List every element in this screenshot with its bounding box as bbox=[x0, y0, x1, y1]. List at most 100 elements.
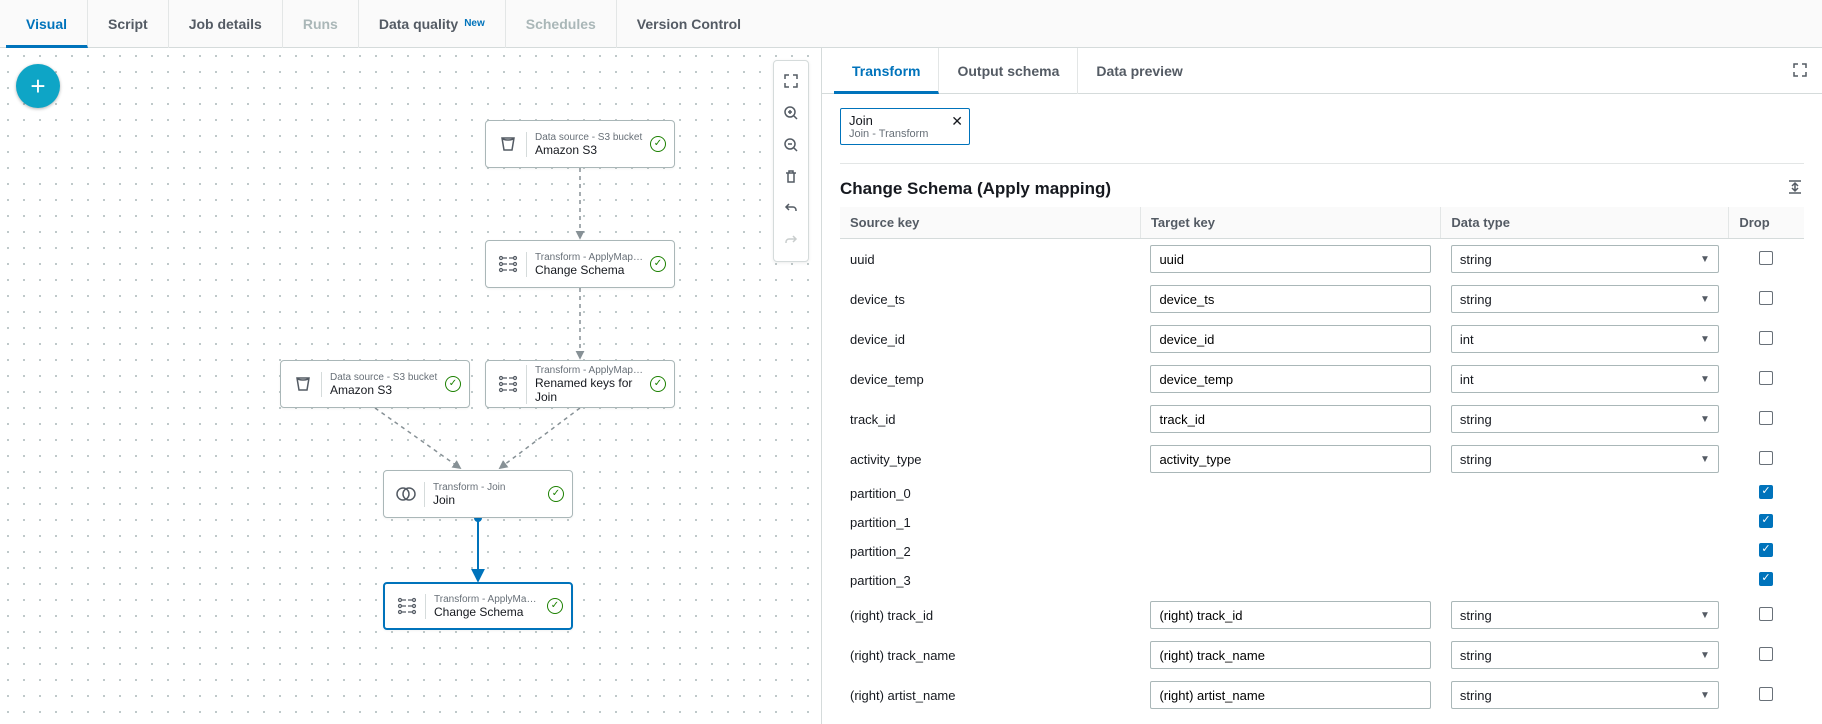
data-type-cell bbox=[1441, 566, 1729, 595]
panel-tab-bar: Transform Output schema Data preview bbox=[822, 48, 1822, 94]
node-join[interactable]: Transform - Join Join bbox=[383, 470, 573, 518]
source-key-cell: device_id bbox=[840, 319, 1140, 359]
zoom-in-icon bbox=[783, 105, 799, 121]
target-key-input[interactable] bbox=[1150, 245, 1430, 273]
node-renamed-keys[interactable]: Transform - ApplyMappi... Renamed keys f… bbox=[485, 360, 675, 408]
drop-checkbox[interactable] bbox=[1759, 291, 1773, 305]
tab-data-quality[interactable]: Data quality New bbox=[359, 0, 506, 48]
table-row: track_id string bbox=[840, 399, 1804, 439]
data-type-cell: string bbox=[1441, 279, 1729, 319]
status-ok-icon bbox=[650, 136, 666, 152]
status-ok-icon bbox=[445, 376, 461, 392]
drop-checkbox[interactable] bbox=[1759, 411, 1773, 425]
status-ok-icon bbox=[650, 376, 666, 392]
data-type-cell bbox=[1441, 537, 1729, 566]
delete-button[interactable] bbox=[774, 161, 808, 193]
top-tab-bar: Visual Script Job details Runs Data qual… bbox=[0, 0, 1822, 48]
node-s3-top[interactable]: Data source - S3 bucket Amazon S3 bbox=[485, 120, 675, 168]
schema-icon bbox=[494, 370, 522, 398]
drop-checkbox[interactable] bbox=[1759, 572, 1773, 586]
table-row: device_ts string bbox=[840, 279, 1804, 319]
data-type-select[interactable]: string bbox=[1451, 245, 1719, 273]
data-type-select[interactable]: string bbox=[1451, 405, 1719, 433]
redo-icon bbox=[783, 233, 799, 249]
node-change-schema-2[interactable]: Transform - ApplyMappi... Change Schema bbox=[383, 582, 573, 630]
fit-view-button[interactable] bbox=[774, 65, 808, 97]
panel-tab-output-schema[interactable]: Output schema bbox=[939, 48, 1078, 94]
target-key-input[interactable] bbox=[1150, 601, 1430, 629]
expand-panel-button[interactable] bbox=[1788, 58, 1812, 82]
tab-version-control[interactable]: Version Control bbox=[617, 0, 761, 48]
drop-checkbox[interactable] bbox=[1759, 607, 1773, 621]
zoom-toolbar bbox=[773, 60, 809, 262]
data-type-select[interactable]: string bbox=[1451, 445, 1719, 473]
node-type-label: Transform - Join bbox=[433, 482, 542, 493]
parent-node-chip[interactable]: Join Join - Transform ✕ bbox=[840, 108, 970, 145]
data-type-select[interactable]: string bbox=[1451, 601, 1719, 629]
zoom-out-button[interactable] bbox=[774, 129, 808, 161]
data-type-select[interactable]: int bbox=[1451, 325, 1719, 353]
drop-cell bbox=[1729, 595, 1804, 635]
drop-cell bbox=[1729, 479, 1804, 508]
table-row: device_tempint bbox=[840, 359, 1804, 399]
node-name-label: Amazon S3 bbox=[330, 383, 439, 397]
target-key-input[interactable] bbox=[1150, 365, 1430, 393]
chip-close-button[interactable]: ✕ bbox=[951, 113, 963, 130]
data-type-select[interactable]: string bbox=[1451, 641, 1719, 669]
target-key-input[interactable] bbox=[1150, 681, 1430, 709]
zoom-in-button[interactable] bbox=[774, 97, 808, 129]
drop-checkbox[interactable] bbox=[1759, 451, 1773, 465]
data-type-select[interactable]: string bbox=[1451, 285, 1719, 313]
drop-checkbox[interactable] bbox=[1759, 331, 1773, 345]
table-row: (right) track_idstring bbox=[840, 595, 1804, 635]
source-key-cell: partition_3 bbox=[840, 566, 1140, 595]
collapse-icon bbox=[1786, 178, 1804, 196]
badge-new: New bbox=[464, 18, 485, 29]
target-key-input[interactable] bbox=[1150, 405, 1430, 433]
target-key-input[interactable] bbox=[1150, 641, 1430, 669]
drop-cell bbox=[1729, 439, 1804, 479]
source-key-cell: device_ts bbox=[840, 279, 1140, 319]
node-name-label: Renamed keys for Join bbox=[535, 376, 644, 404]
target-key-cell bbox=[1140, 359, 1440, 399]
node-s3-left[interactable]: Data source - S3 bucket Amazon S3 bbox=[280, 360, 470, 408]
data-type-value: int bbox=[1460, 372, 1474, 387]
tab-job-details[interactable]: Job details bbox=[169, 0, 283, 48]
panel-tab-transform[interactable]: Transform bbox=[834, 48, 939, 94]
drop-cell bbox=[1729, 566, 1804, 595]
target-key-input[interactable] bbox=[1150, 285, 1430, 313]
add-node-button[interactable]: + bbox=[16, 64, 60, 108]
collapse-mapping-button[interactable] bbox=[1786, 178, 1804, 199]
node-name-label: Change Schema bbox=[535, 263, 644, 277]
table-row: device_id int bbox=[840, 319, 1804, 359]
tab-script[interactable]: Script bbox=[88, 0, 169, 48]
tab-runs: Runs bbox=[283, 0, 359, 48]
visual-canvas[interactable]: + bbox=[0, 48, 822, 724]
data-type-value: string bbox=[1460, 252, 1492, 267]
target-key-cell bbox=[1140, 239, 1440, 280]
drop-checkbox[interactable] bbox=[1759, 251, 1773, 265]
undo-button[interactable] bbox=[774, 193, 808, 225]
node-change-schema-1[interactable]: Transform - ApplyMappi... Change Schema bbox=[485, 240, 675, 288]
drop-checkbox[interactable] bbox=[1759, 371, 1773, 385]
target-key-input[interactable] bbox=[1150, 445, 1430, 473]
undo-icon bbox=[783, 201, 799, 217]
drop-checkbox[interactable] bbox=[1759, 514, 1773, 528]
data-type-select[interactable]: int bbox=[1451, 365, 1719, 393]
target-key-input[interactable] bbox=[1150, 325, 1430, 353]
data-type-select[interactable]: string bbox=[1451, 681, 1719, 709]
drop-checkbox[interactable] bbox=[1759, 485, 1773, 499]
drop-checkbox[interactable] bbox=[1759, 647, 1773, 661]
source-key-cell: track_id bbox=[840, 399, 1140, 439]
source-key-cell: partition_2 bbox=[840, 537, 1140, 566]
tab-schedules: Schedules bbox=[506, 0, 617, 48]
panel-tab-data-preview[interactable]: Data preview bbox=[1078, 48, 1200, 94]
source-key-cell: (right) artist_name bbox=[840, 675, 1140, 715]
target-key-cell bbox=[1140, 508, 1440, 537]
join-icon bbox=[392, 480, 420, 508]
drop-checkbox[interactable] bbox=[1759, 543, 1773, 557]
drop-checkbox[interactable] bbox=[1759, 687, 1773, 701]
tab-visual[interactable]: Visual bbox=[6, 0, 88, 48]
expand-icon bbox=[1792, 62, 1808, 78]
tab-data-quality-label: Data quality bbox=[379, 16, 458, 32]
